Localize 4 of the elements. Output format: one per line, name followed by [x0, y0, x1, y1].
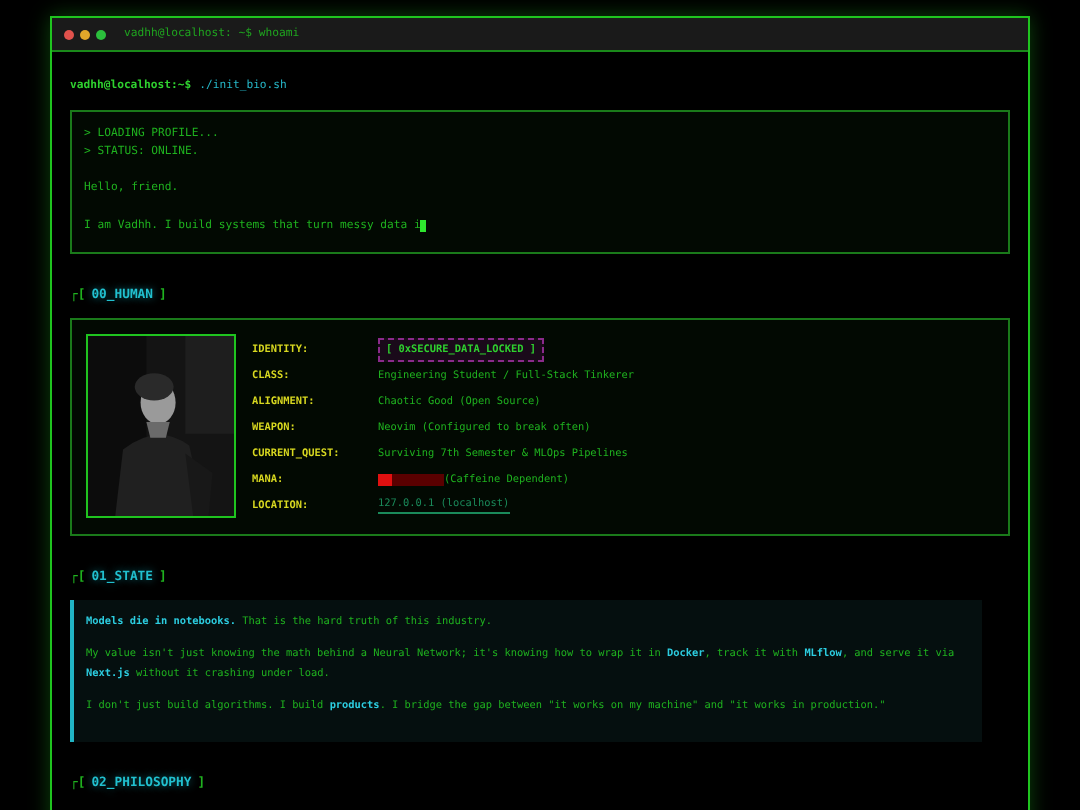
maximize-icon[interactable] — [96, 29, 106, 39]
minimize-icon[interactable] — [80, 29, 90, 39]
close-icon[interactable] — [64, 29, 74, 39]
mana-bar — [378, 474, 444, 487]
